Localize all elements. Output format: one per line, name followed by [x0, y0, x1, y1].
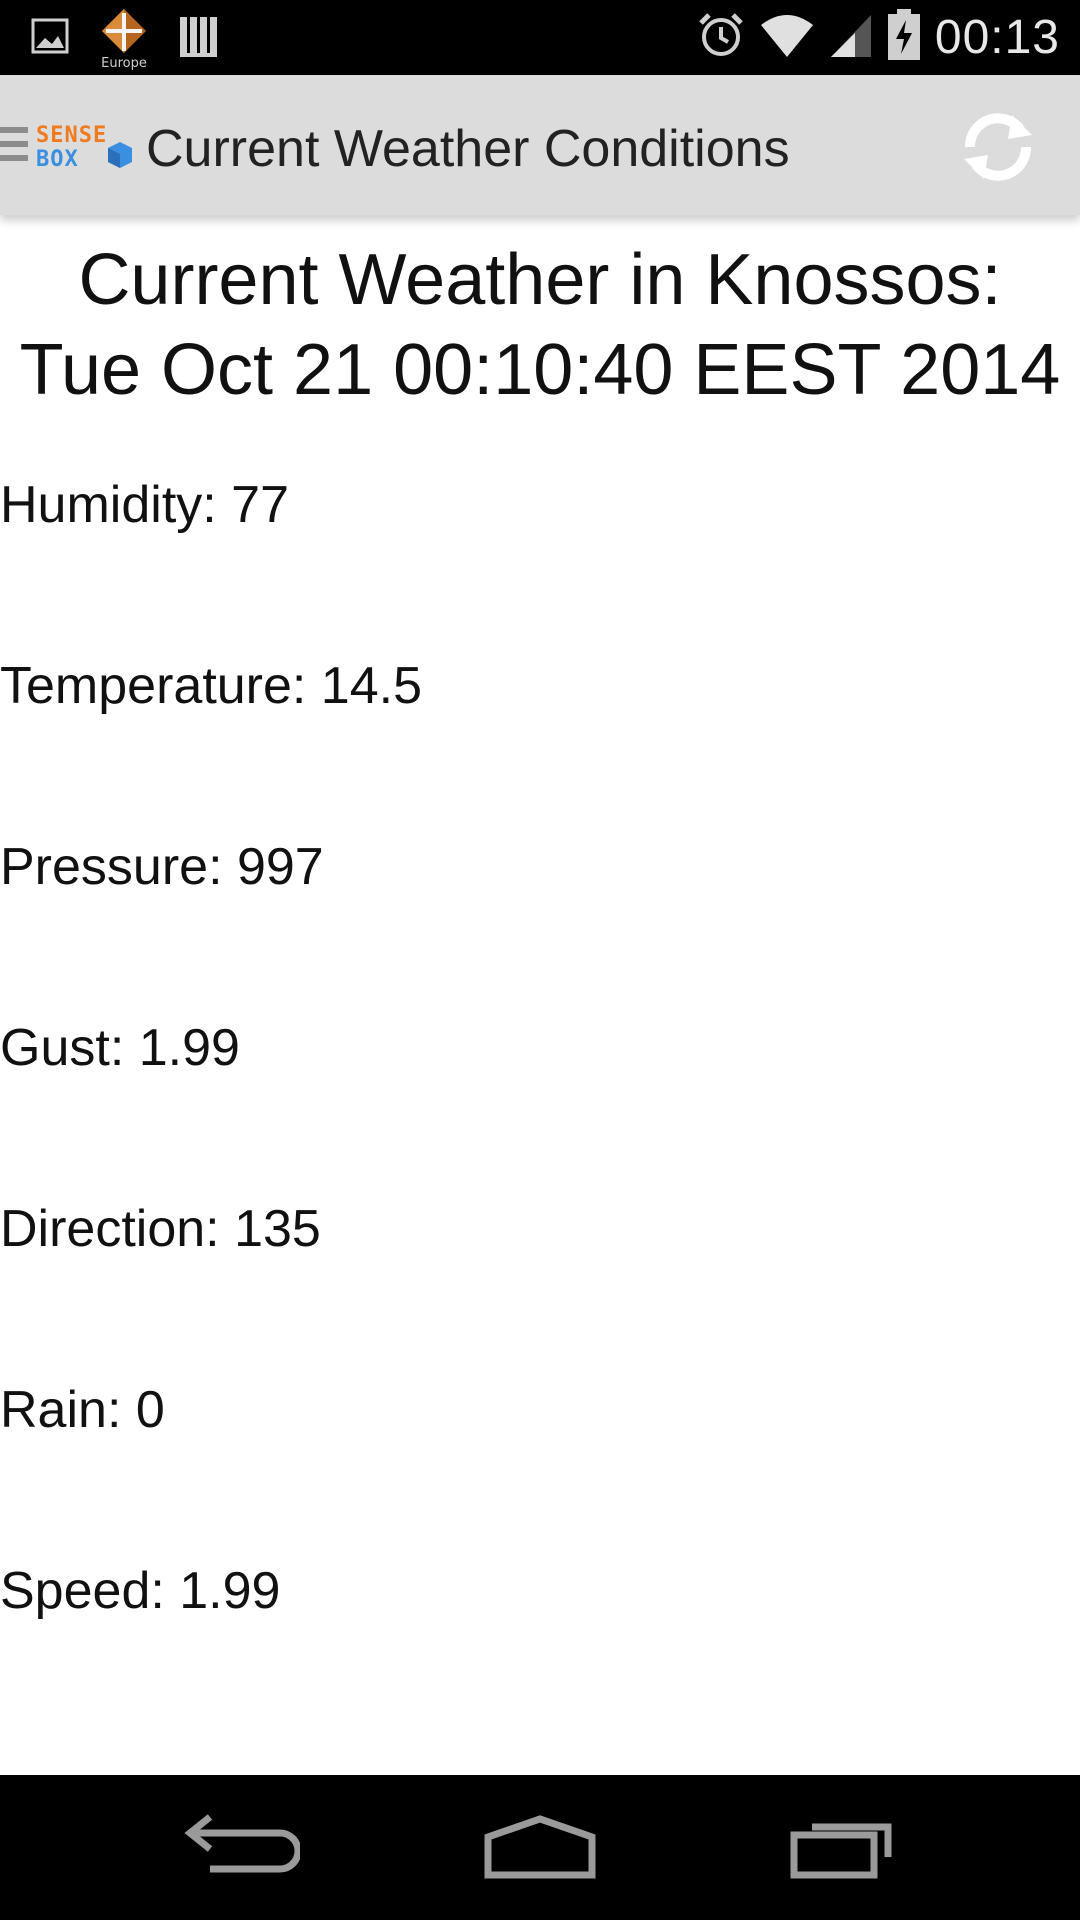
refresh-button[interactable] [956, 105, 1040, 189]
home-icon [484, 1815, 596, 1879]
recent-apps-icon [790, 1823, 892, 1879]
home-button[interactable] [480, 1805, 600, 1890]
reading-temperature: Temperature: 14.5 [0, 657, 423, 715]
logo-sense-text: SENSE [36, 123, 107, 148]
reading-gust: Gust: 1.99 [0, 1019, 240, 1077]
europe-label: Europe [101, 56, 147, 71]
sensebox-logo[interactable]: SENSE BOX [36, 122, 134, 170]
refresh-icon [964, 113, 1032, 181]
heading-location: Current Weather in Knossos: [78, 240, 1002, 320]
alarm-icon [697, 11, 745, 64]
back-icon [184, 1814, 302, 1873]
heading-timestamp: Tue Oct 21 00:10:40 EEST 2014 [19, 330, 1061, 410]
reading-pressure: Pressure: 997 [0, 838, 324, 896]
weather-heading: Current Weather in Knossos: Tue Oct 21 0… [0, 235, 1080, 415]
notification-icons: Europe [30, 7, 218, 71]
status-bar: Europe 00:13 [0, 0, 1080, 75]
back-button[interactable] [180, 1805, 302, 1890]
status-clock: 00:13 [934, 11, 1060, 64]
menu-icon[interactable] [0, 127, 28, 167]
reading-rain: Rain: 0 [0, 1381, 165, 1439]
signal-icon [829, 11, 873, 64]
wifi-icon [759, 11, 815, 64]
recent-apps-button[interactable] [780, 1805, 900, 1890]
action-bar: SENSE BOX Current Weather Conditions [0, 75, 1080, 215]
weather-content: Current Weather in Knossos: Tue Oct 21 0… [0, 215, 1080, 1775]
reading-humidity: Humidity: 77 [0, 476, 289, 534]
system-status: 00:13 [697, 0, 1060, 75]
battery-icon [887, 9, 921, 66]
reading-direction: Direction: 135 [0, 1200, 321, 1258]
image-icon [30, 16, 70, 61]
reading-speed: Speed: 1.99 [0, 1562, 281, 1620]
action-bar-title: Current Weather Conditions [146, 120, 790, 178]
library-icon [178, 13, 218, 64]
europe-app-icon: Europe [94, 7, 154, 71]
navigation-bar [0, 1775, 1080, 1920]
logo-box-text: BOX [36, 147, 79, 170]
